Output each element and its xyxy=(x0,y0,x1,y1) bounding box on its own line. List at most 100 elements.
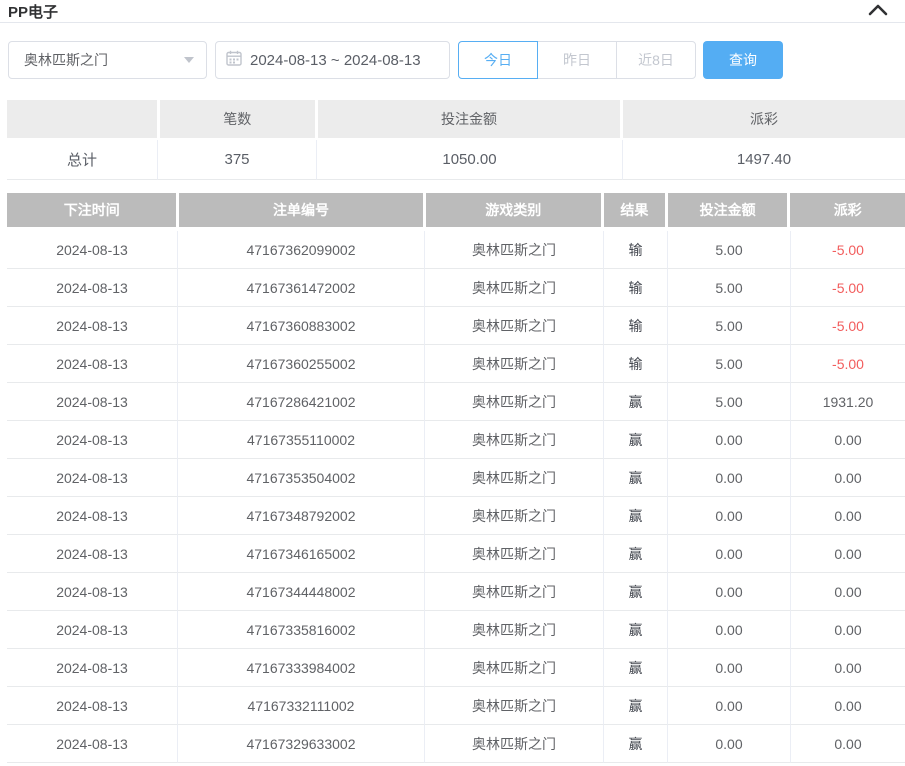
cell-bet-time: 2024-08-13 xyxy=(7,345,177,383)
cell-payout: 1931.20 xyxy=(790,383,905,421)
cell-game-type: 奥林匹斯之门 xyxy=(424,649,603,687)
cell-bet-amount: 0.00 xyxy=(667,459,790,497)
bets-table: 下注时间 注单编号 游戏类别 结果 投注金额 派彩 2024-08-13 471… xyxy=(7,193,905,763)
today-button[interactable]: 今日 xyxy=(458,41,538,79)
yesterday-button[interactable]: 昨日 xyxy=(537,41,617,79)
cell-bet-amount: 0.00 xyxy=(667,535,790,573)
cell-order-no: 47167344448002 xyxy=(177,573,424,611)
cell-order-no: 47167346165002 xyxy=(177,535,424,573)
cell-payout: 0.00 xyxy=(790,649,905,687)
summary-total-payout: 1497.40 xyxy=(622,140,905,180)
table-row: 2024-08-13 47167360883002 奥林匹斯之门 输 5.00 … xyxy=(7,307,905,345)
cell-result: 赢 xyxy=(603,497,667,535)
cell-bet-amount: 5.00 xyxy=(667,383,790,421)
summary-header-count: 笔数 xyxy=(160,100,315,138)
cell-bet-amount: 0.00 xyxy=(667,687,790,725)
panel-header: PP电子 xyxy=(0,0,905,23)
cell-order-no: 47167333984002 xyxy=(177,649,424,687)
cell-result: 输 xyxy=(603,307,667,345)
cell-game-type: 奥林匹斯之门 xyxy=(424,269,603,307)
cell-game-type: 奥林匹斯之门 xyxy=(424,383,603,421)
cell-game-type: 奥林匹斯之门 xyxy=(424,231,603,269)
cell-order-no: 47167348792002 xyxy=(177,497,424,535)
cell-payout: 0.00 xyxy=(790,611,905,649)
cell-result: 赢 xyxy=(603,611,667,649)
col-header-game-type: 游戏类别 xyxy=(426,193,601,227)
date-range-input[interactable]: 2024-08-13 ~ 2024-08-13 xyxy=(215,41,450,79)
date-range-value: 2024-08-13 ~ 2024-08-13 xyxy=(250,52,421,69)
cell-order-no: 47167355110002 xyxy=(177,421,424,459)
cell-bet-amount: 5.00 xyxy=(667,269,790,307)
table-row: 2024-08-13 47167348792002 奥林匹斯之门 赢 0.00 … xyxy=(7,497,905,535)
table-row: 2024-08-13 47167333984002 奥林匹斯之门 赢 0.00 … xyxy=(7,649,905,687)
cell-order-no: 47167360255002 xyxy=(177,345,424,383)
cell-payout: 0.00 xyxy=(790,725,905,763)
cell-result: 输 xyxy=(603,345,667,383)
cell-order-no: 47167353504002 xyxy=(177,459,424,497)
cell-order-no: 47167360883002 xyxy=(177,307,424,345)
cell-payout: 0.00 xyxy=(790,573,905,611)
cell-game-type: 奥林匹斯之门 xyxy=(424,497,603,535)
cell-payout: 0.00 xyxy=(790,687,905,725)
cell-bet-time: 2024-08-13 xyxy=(7,497,177,535)
cell-bet-time: 2024-08-13 xyxy=(7,535,177,573)
cell-bet-time: 2024-08-13 xyxy=(7,459,177,497)
cell-payout: -5.00 xyxy=(790,231,905,269)
cell-order-no: 47167332111002 xyxy=(177,687,424,725)
cell-order-no: 47167362099002 xyxy=(177,231,424,269)
cell-order-no: 47167361472002 xyxy=(177,269,424,307)
cell-bet-amount: 0.00 xyxy=(667,573,790,611)
cell-game-type: 奥林匹斯之门 xyxy=(424,345,603,383)
cell-game-type: 奥林匹斯之门 xyxy=(424,573,603,611)
summary-total-count: 375 xyxy=(157,140,316,180)
cell-payout: 0.00 xyxy=(790,421,905,459)
table-row: 2024-08-13 47167329633002 奥林匹斯之门 赢 0.00 … xyxy=(7,725,905,763)
table-row: 2024-08-13 47167344448002 奥林匹斯之门 赢 0.00 … xyxy=(7,573,905,611)
cell-result: 赢 xyxy=(603,687,667,725)
table-row: 2024-08-13 47167362099002 奥林匹斯之门 输 5.00 … xyxy=(7,231,905,269)
last-8-days-button[interactable]: 近8日 xyxy=(616,41,696,79)
cell-bet-amount: 5.00 xyxy=(667,345,790,383)
cell-bet-amount: 5.00 xyxy=(667,231,790,269)
cell-payout: -5.00 xyxy=(790,307,905,345)
cell-bet-time: 2024-08-13 xyxy=(7,231,177,269)
cell-result: 赢 xyxy=(603,649,667,687)
cell-bet-time: 2024-08-13 xyxy=(7,383,177,421)
cell-payout: 0.00 xyxy=(790,497,905,535)
cell-bet-amount: 0.00 xyxy=(667,649,790,687)
cell-result: 输 xyxy=(603,231,667,269)
chevron-up-icon xyxy=(868,4,888,19)
cell-order-no: 47167335816002 xyxy=(177,611,424,649)
cell-bet-time: 2024-08-13 xyxy=(7,611,177,649)
query-button[interactable]: 查询 xyxy=(703,41,783,79)
cell-game-type: 奥林匹斯之门 xyxy=(424,307,603,345)
game-select[interactable]: 奥林匹斯之门 xyxy=(8,41,207,79)
cell-game-type: 奥林匹斯之门 xyxy=(424,687,603,725)
summary-header-row: 笔数 投注金额 派彩 xyxy=(7,100,905,138)
quick-date-group: 今日 昨日 近8日 xyxy=(458,41,696,79)
cell-game-type: 奥林匹斯之门 xyxy=(424,421,603,459)
cell-bet-time: 2024-08-13 xyxy=(7,687,177,725)
cell-order-no: 47167329633002 xyxy=(177,725,424,763)
summary-table: 笔数 投注金额 派彩 总计 375 1050.00 1497.40 xyxy=(7,100,905,180)
col-header-result: 结果 xyxy=(604,193,665,227)
summary-total-label: 总计 xyxy=(7,140,157,180)
page-title: PP电子 xyxy=(8,1,58,22)
cell-bet-time: 2024-08-13 xyxy=(7,725,177,763)
cell-result: 赢 xyxy=(603,535,667,573)
table-row: 2024-08-13 47167332111002 奥林匹斯之门 赢 0.00 … xyxy=(7,687,905,725)
cell-bet-time: 2024-08-13 xyxy=(7,421,177,459)
cell-result: 赢 xyxy=(603,725,667,763)
cell-payout: 0.00 xyxy=(790,535,905,573)
cell-bet-amount: 0.00 xyxy=(667,611,790,649)
table-row: 2024-08-13 47167286421002 奥林匹斯之门 赢 5.00 … xyxy=(7,383,905,421)
collapse-panel-button[interactable] xyxy=(867,3,889,19)
cell-result: 赢 xyxy=(603,383,667,421)
table-row: 2024-08-13 47167346165002 奥林匹斯之门 赢 0.00 … xyxy=(7,535,905,573)
cell-result: 赢 xyxy=(603,459,667,497)
caret-down-icon xyxy=(184,57,194,63)
table-row: 2024-08-13 47167355110002 奥林匹斯之门 赢 0.00 … xyxy=(7,421,905,459)
cell-bet-time: 2024-08-13 xyxy=(7,307,177,345)
cell-result: 赢 xyxy=(603,421,667,459)
col-header-order-no: 注单编号 xyxy=(179,193,422,227)
